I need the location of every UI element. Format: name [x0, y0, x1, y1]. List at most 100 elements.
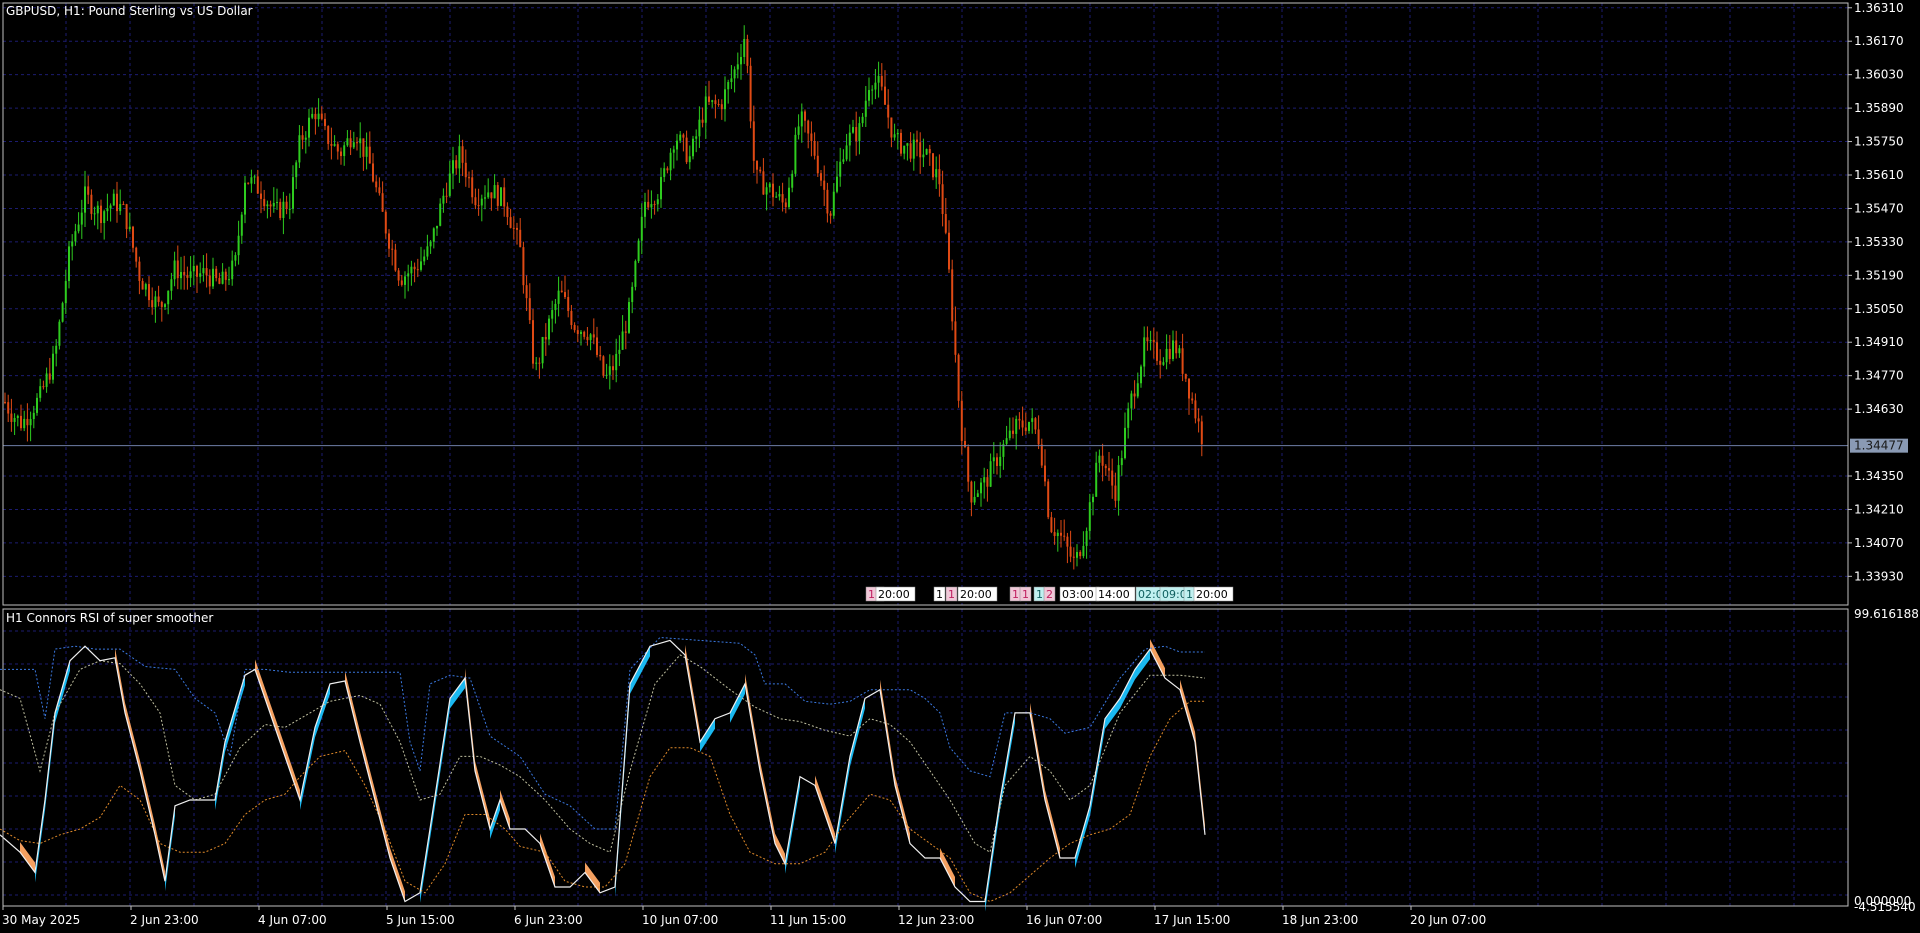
candle-body — [228, 279, 230, 281]
candle-body — [340, 151, 342, 157]
candle-body — [356, 142, 358, 144]
candle-body — [436, 225, 438, 229]
candle-body — [170, 279, 173, 291]
candle-body — [192, 265, 195, 272]
candle-body — [884, 86, 886, 105]
candle-body — [685, 137, 688, 163]
candle-body — [458, 146, 461, 169]
candle-body — [663, 168, 666, 178]
candle-body — [695, 136, 698, 139]
candle-body — [775, 196, 778, 198]
candle-body — [186, 274, 189, 278]
candle-body — [922, 154, 925, 158]
candle-body — [938, 169, 941, 185]
candle-body — [605, 374, 608, 376]
candle-body — [935, 169, 938, 178]
candle-body — [791, 173, 794, 188]
candle-body — [74, 231, 77, 242]
candle-body — [727, 82, 730, 90]
price-tick-label: 1.33930 — [1854, 569, 1904, 583]
time-marker-label: 20:00 — [878, 588, 910, 601]
candle-body — [640, 216, 643, 241]
candle-body — [448, 173, 451, 196]
candle-body — [682, 134, 685, 138]
candle-body — [957, 354, 960, 401]
candle-body — [298, 135, 301, 163]
candle-body — [1018, 418, 1021, 421]
price-tick-label: 1.36170 — [1854, 34, 1904, 48]
time-tick-label: 16 Jun 07:00 — [1026, 913, 1102, 927]
candle-body — [733, 69, 736, 79]
candle-body — [714, 100, 717, 105]
candle-body — [1040, 444, 1043, 466]
candle-body — [724, 89, 726, 110]
candle-body — [250, 177, 253, 184]
candle-body — [372, 163, 374, 182]
candle-body — [919, 142, 922, 158]
candle-body — [500, 187, 502, 206]
candle-body — [941, 184, 944, 215]
candle-body — [909, 143, 912, 159]
candle-body — [628, 302, 630, 333]
candle-body — [896, 132, 899, 135]
candle-body — [327, 126, 330, 144]
candle-body — [679, 134, 682, 141]
candle-body — [711, 100, 714, 102]
candle-body — [1072, 556, 1075, 558]
candle-body — [676, 140, 678, 150]
candle-body — [749, 65, 752, 122]
time-marker-label: 20:00 — [960, 588, 992, 601]
candle-body — [624, 331, 627, 333]
candle-body — [871, 89, 874, 91]
candle-body — [292, 177, 294, 209]
candle-body — [39, 386, 42, 398]
candle-body — [538, 362, 541, 364]
candle-body — [1066, 536, 1069, 547]
trading-chart[interactable]: 1.36310 1.36170 1.36030 1.35890 1.35750 1.356… — [0, 0, 1920, 933]
time-marker-label: 1 — [948, 588, 955, 601]
candle-body — [384, 211, 387, 234]
candle-body — [391, 248, 394, 250]
chart-background — [0, 0, 1920, 933]
candle-body — [455, 160, 458, 169]
candle-body — [954, 321, 957, 355]
candle-body — [1172, 340, 1174, 360]
candle-body — [410, 266, 413, 274]
candle-body — [29, 419, 32, 426]
candle-body — [362, 138, 365, 157]
candle-body — [1165, 348, 1168, 363]
time-tick-label: 11 Jun 15:00 — [770, 913, 846, 927]
candle-body — [1053, 532, 1056, 537]
candle-body — [490, 192, 493, 199]
candle-body — [426, 246, 429, 257]
candle-body — [125, 204, 128, 230]
candle — [951, 259, 954, 331]
candle-body — [794, 134, 797, 174]
candle — [634, 259, 637, 291]
candle — [58, 319, 61, 350]
candle-body — [1101, 455, 1104, 466]
candle-body — [730, 78, 733, 83]
candle-body — [122, 204, 125, 206]
time-marker: 14:00 — [1095, 586, 1136, 602]
time-tick-label: 5 Jun 15:00 — [386, 913, 455, 927]
candle-body — [400, 280, 403, 285]
candle-body — [77, 224, 80, 232]
candle-body — [1124, 427, 1126, 459]
time-marker-label: 1 — [1186, 588, 1193, 601]
candle-body — [135, 247, 138, 262]
candle-body — [224, 271, 227, 280]
time-marker: 1 — [1009, 586, 1022, 602]
candle-body — [256, 176, 259, 194]
candle-body — [912, 139, 915, 159]
indicator-max-label: 99.616188 — [1854, 607, 1919, 621]
candle-body — [692, 138, 694, 157]
candle-body — [90, 194, 93, 214]
candle-body — [301, 135, 304, 140]
candle-body — [1184, 373, 1187, 379]
candle-body — [141, 280, 144, 290]
candle-body — [452, 160, 454, 174]
candle-body — [836, 176, 838, 192]
time-marker: 20:00 — [1193, 586, 1234, 602]
candle-body — [87, 186, 90, 195]
